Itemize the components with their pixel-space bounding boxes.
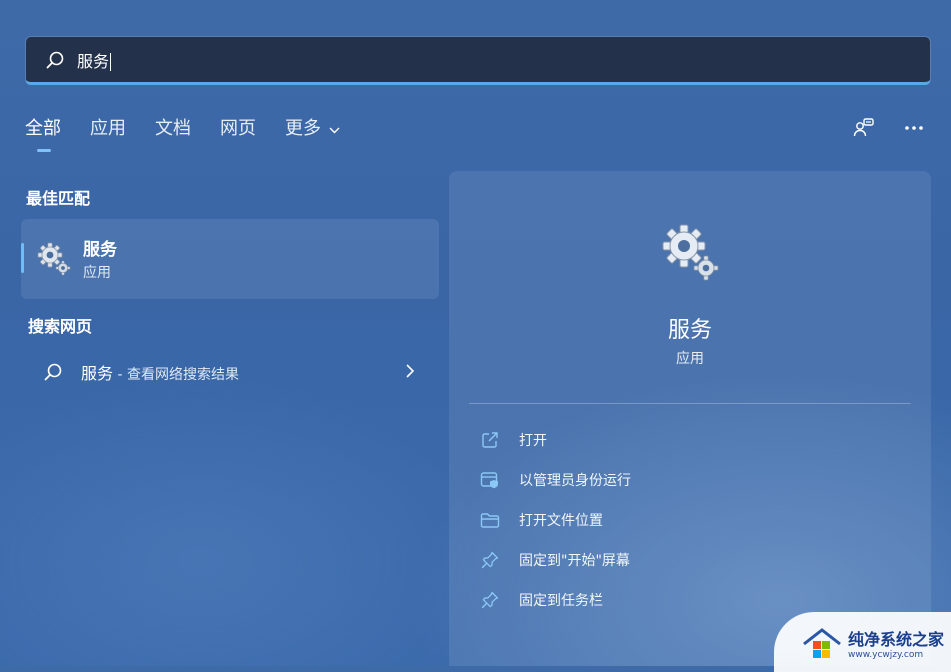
gear-icon xyxy=(661,223,721,287)
best-match-heading: 最佳匹配 xyxy=(26,189,91,208)
web-hint: - 查看网络搜索结果 xyxy=(113,367,239,383)
search-icon xyxy=(45,50,65,70)
web-search-heading: 搜索网页 xyxy=(28,317,93,336)
open-external-icon xyxy=(479,431,501,449)
web-search-result[interactable]: 服务 - 查看网络搜索结果 xyxy=(21,354,439,390)
action-open[interactable]: 打开 xyxy=(479,425,547,455)
best-match-result[interactable]: 服务 应用 xyxy=(21,219,439,299)
top-right-actions xyxy=(852,116,926,140)
more-options-icon[interactable] xyxy=(902,116,926,140)
gear-icon xyxy=(37,242,71,280)
detail-name: 服务 xyxy=(667,318,712,343)
detail-type: 应用 xyxy=(676,351,704,367)
result-name: 服务 xyxy=(83,240,117,260)
divider xyxy=(469,403,911,404)
filter-tabs: 全部 应用 文档 网页 更多 xyxy=(25,116,369,152)
admin-shield-icon xyxy=(479,471,501,489)
pin-icon xyxy=(479,551,501,569)
search-box[interactable]: 服务 xyxy=(25,36,931,85)
watermark-title: 纯净系统之家 xyxy=(848,630,945,649)
pin-icon xyxy=(479,591,501,609)
search-icon xyxy=(43,362,63,382)
details-pane: 服务 应用 打开 以管理员身份运行 打开文件位置 固定到"开始"屏幕 固定到任务… xyxy=(449,171,931,666)
tab-web[interactable]: 网页 xyxy=(220,116,256,146)
search-input[interactable]: 服务 xyxy=(77,48,112,72)
tab-all[interactable]: 全部 xyxy=(25,116,61,152)
action-pin-to-taskbar[interactable]: 固定到任务栏 xyxy=(479,585,603,615)
chevron-down-icon xyxy=(325,123,340,137)
selection-indicator xyxy=(21,243,24,273)
tab-apps[interactable]: 应用 xyxy=(90,116,126,146)
windows-logo-icon xyxy=(800,626,844,666)
text-caret xyxy=(110,53,112,71)
action-run-as-admin[interactable]: 以管理员身份运行 xyxy=(479,465,631,495)
watermark: 纯净系统之家 www.ycwjzy.com xyxy=(800,626,944,666)
result-type: 应用 xyxy=(83,265,111,281)
chevron-right-icon xyxy=(405,363,415,383)
watermark-url: www.ycwjzy.com xyxy=(848,650,924,660)
folder-icon xyxy=(479,512,501,528)
account-switch-icon[interactable] xyxy=(852,116,876,140)
web-query: 服务 xyxy=(81,364,114,383)
action-pin-to-start[interactable]: 固定到"开始"屏幕 xyxy=(479,545,630,575)
tab-documents[interactable]: 文档 xyxy=(155,116,191,146)
action-open-file-location[interactable]: 打开文件位置 xyxy=(479,505,603,535)
tab-more[interactable]: 更多 xyxy=(285,116,340,146)
